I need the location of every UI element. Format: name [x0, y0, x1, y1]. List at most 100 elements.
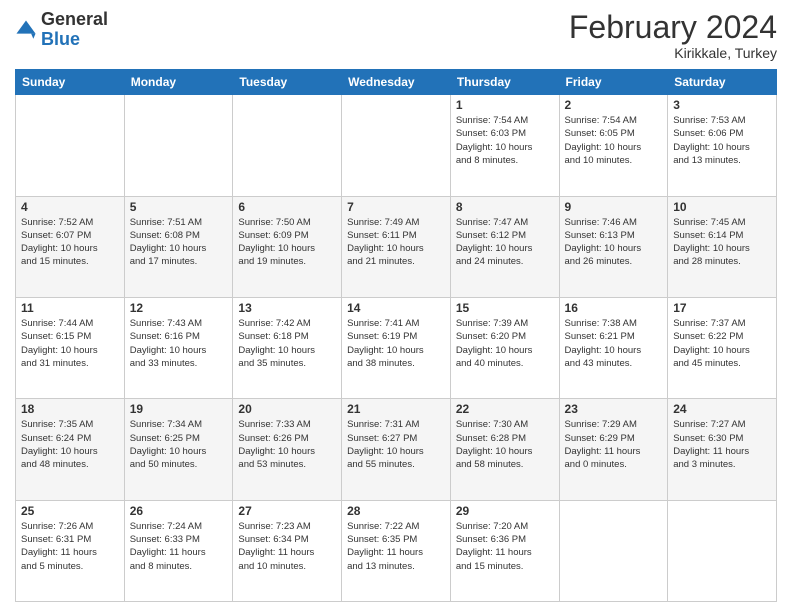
day-info: Sunrise: 7:45 AM Sunset: 6:14 PM Dayligh… — [673, 216, 771, 269]
calendar-cell: 2Sunrise: 7:54 AM Sunset: 6:05 PM Daylig… — [559, 95, 668, 196]
day-number: 20 — [238, 402, 336, 416]
day-number: 3 — [673, 98, 771, 112]
day-number: 24 — [673, 402, 771, 416]
day-info: Sunrise: 7:20 AM Sunset: 6:36 PM Dayligh… — [456, 520, 554, 573]
calendar-cell: 9 Sunrise: 7:46 AM Sunset: 6:13 PM Daylig… — [559, 196, 668, 297]
calendar-cell: 13 Sunrise: 7:42 AM Sunset: 6:18 PM Dayli… — [233, 297, 342, 398]
calendar-cell: 20 Sunrise: 7:33 AM Sunset: 6:26 PM Dayli… — [233, 399, 342, 500]
day-number: 10 — [673, 200, 771, 214]
calendar-week-5: 25 Sunrise: 7:26 AM Sunset: 6:31 PM Dayli… — [16, 500, 777, 601]
day-number: 2 — [565, 98, 663, 112]
day-info: Sunrise: 7:30 AM Sunset: 6:28 PM Dayligh… — [456, 418, 554, 471]
calendar-cell: 6 Sunrise: 7:50 AM Sunset: 6:09 PM Daylig… — [233, 196, 342, 297]
calendar-cell — [16, 95, 125, 196]
day-info: Sunrise: 7:34 AM Sunset: 6:25 PM Dayligh… — [130, 418, 228, 471]
calendar-cell — [668, 500, 777, 601]
day-info: Sunrise: 7:54 AM Sunset: 6:03 PM Dayligh… — [456, 114, 554, 167]
day-number: 18 — [21, 402, 119, 416]
logo: General Blue — [15, 10, 108, 50]
logo-blue: Blue — [41, 29, 80, 49]
day-number: 29 — [456, 504, 554, 518]
header-day-sunday: Sunday — [16, 70, 125, 95]
day-info: Sunrise: 7:39 AM Sunset: 6:20 PM Dayligh… — [456, 317, 554, 370]
header-day-wednesday: Wednesday — [342, 70, 451, 95]
day-number: 13 — [238, 301, 336, 315]
calendar-cell — [124, 95, 233, 196]
title-area: February 2024 Kirikkale, Turkey — [569, 10, 777, 61]
calendar-cell: 11 Sunrise: 7:44 AM Sunset: 6:15 PM Dayli… — [16, 297, 125, 398]
day-number: 5 — [130, 200, 228, 214]
day-number: 23 — [565, 402, 663, 416]
calendar-cell: 25 Sunrise: 7:26 AM Sunset: 6:31 PM Dayli… — [16, 500, 125, 601]
calendar-cell: 10 Sunrise: 7:45 AM Sunset: 6:14 PM Dayli… — [668, 196, 777, 297]
day-info: Sunrise: 7:26 AM Sunset: 6:31 PM Dayligh… — [21, 520, 119, 573]
calendar-cell: 28Sunrise: 7:22 AM Sunset: 6:35 PM Dayli… — [342, 500, 451, 601]
calendar-week-3: 11 Sunrise: 7:44 AM Sunset: 6:15 PM Dayli… — [16, 297, 777, 398]
day-number: 6 — [238, 200, 336, 214]
calendar-cell: 4 Sunrise: 7:52 AM Sunset: 6:07 PM Daylig… — [16, 196, 125, 297]
day-info: Sunrise: 7:29 AM Sunset: 6:29 PM Dayligh… — [565, 418, 663, 471]
day-info: Sunrise: 7:44 AM Sunset: 6:15 PM Dayligh… — [21, 317, 119, 370]
header-day-thursday: Thursday — [450, 70, 559, 95]
calendar-cell: 16Sunrise: 7:38 AM Sunset: 6:21 PM Dayli… — [559, 297, 668, 398]
day-info: Sunrise: 7:27 AM Sunset: 6:30 PM Dayligh… — [673, 418, 771, 471]
calendar-cell: 15Sunrise: 7:39 AM Sunset: 6:20 PM Dayli… — [450, 297, 559, 398]
location-subtitle: Kirikkale, Turkey — [569, 45, 777, 61]
day-number: 12 — [130, 301, 228, 315]
calendar-week-1: 1 Sunrise: 7:54 AM Sunset: 6:03 PM Daylig… — [16, 95, 777, 196]
calendar-cell: 18 Sunrise: 7:35 AM Sunset: 6:24 PM Dayli… — [16, 399, 125, 500]
month-title: February 2024 — [569, 10, 777, 45]
header-day-saturday: Saturday — [668, 70, 777, 95]
day-number: 16 — [565, 301, 663, 315]
day-info: Sunrise: 7:33 AM Sunset: 6:26 PM Dayligh… — [238, 418, 336, 471]
day-number: 27 — [238, 504, 336, 518]
day-number: 7 — [347, 200, 445, 214]
calendar-header-row: SundayMondayTuesdayWednesdayThursdayFrid… — [16, 70, 777, 95]
day-info: Sunrise: 7:37 AM Sunset: 6:22 PM Dayligh… — [673, 317, 771, 370]
day-number: 25 — [21, 504, 119, 518]
day-number: 11 — [21, 301, 119, 315]
calendar-table: SundayMondayTuesdayWednesdayThursdayFrid… — [15, 69, 777, 602]
calendar-week-4: 18 Sunrise: 7:35 AM Sunset: 6:24 PM Dayli… — [16, 399, 777, 500]
day-number: 26 — [130, 504, 228, 518]
day-info: Sunrise: 7:41 AM Sunset: 6:19 PM Dayligh… — [347, 317, 445, 370]
day-number: 14 — [347, 301, 445, 315]
day-info: Sunrise: 7:46 AM Sunset: 6:13 PM Dayligh… — [565, 216, 663, 269]
header-day-friday: Friday — [559, 70, 668, 95]
calendar-cell: 8 Sunrise: 7:47 AM Sunset: 6:12 PM Daylig… — [450, 196, 559, 297]
day-number: 4 — [21, 200, 119, 214]
header: General Blue February 2024 Kirikkale, Tu… — [15, 10, 777, 61]
calendar-cell: 29 Sunrise: 7:20 AM Sunset: 6:36 PM Dayli… — [450, 500, 559, 601]
calendar-cell: 1 Sunrise: 7:54 AM Sunset: 6:03 PM Daylig… — [450, 95, 559, 196]
day-info: Sunrise: 7:52 AM Sunset: 6:07 PM Dayligh… — [21, 216, 119, 269]
calendar-cell: 26 Sunrise: 7:24 AM Sunset: 6:33 PM Dayli… — [124, 500, 233, 601]
day-info: Sunrise: 7:23 AM Sunset: 6:34 PM Dayligh… — [238, 520, 336, 573]
day-info: Sunrise: 7:47 AM Sunset: 6:12 PM Dayligh… — [456, 216, 554, 269]
calendar-cell: 24 Sunrise: 7:27 AM Sunset: 6:30 PM Dayli… — [668, 399, 777, 500]
page: General Blue February 2024 Kirikkale, Tu… — [0, 0, 792, 612]
day-info: Sunrise: 7:24 AM Sunset: 6:33 PM Dayligh… — [130, 520, 228, 573]
calendar-cell: 27 Sunrise: 7:23 AM Sunset: 6:34 PM Dayli… — [233, 500, 342, 601]
calendar-cell: 22 Sunrise: 7:30 AM Sunset: 6:28 PM Dayli… — [450, 399, 559, 500]
calendar-cell: 5Sunrise: 7:51 AM Sunset: 6:08 PM Daylig… — [124, 196, 233, 297]
day-info: Sunrise: 7:53 AM Sunset: 6:06 PM Dayligh… — [673, 114, 771, 167]
calendar-cell: 23 Sunrise: 7:29 AM Sunset: 6:29 PM Dayli… — [559, 399, 668, 500]
day-info: Sunrise: 7:35 AM Sunset: 6:24 PM Dayligh… — [21, 418, 119, 471]
day-number: 9 — [565, 200, 663, 214]
day-number: 17 — [673, 301, 771, 315]
calendar-cell: 12 Sunrise: 7:43 AM Sunset: 6:16 PM Dayli… — [124, 297, 233, 398]
day-info: Sunrise: 7:31 AM Sunset: 6:27 PM Dayligh… — [347, 418, 445, 471]
logo-general: General — [41, 9, 108, 29]
calendar-cell — [559, 500, 668, 601]
day-number: 1 — [456, 98, 554, 112]
logo-icon — [15, 19, 37, 41]
calendar-cell — [342, 95, 451, 196]
day-number: 22 — [456, 402, 554, 416]
day-info: Sunrise: 7:43 AM Sunset: 6:16 PM Dayligh… — [130, 317, 228, 370]
day-info: Sunrise: 7:42 AM Sunset: 6:18 PM Dayligh… — [238, 317, 336, 370]
day-number: 8 — [456, 200, 554, 214]
header-day-monday: Monday — [124, 70, 233, 95]
day-info: Sunrise: 7:50 AM Sunset: 6:09 PM Dayligh… — [238, 216, 336, 269]
calendar-week-2: 4 Sunrise: 7:52 AM Sunset: 6:07 PM Daylig… — [16, 196, 777, 297]
day-number: 21 — [347, 402, 445, 416]
